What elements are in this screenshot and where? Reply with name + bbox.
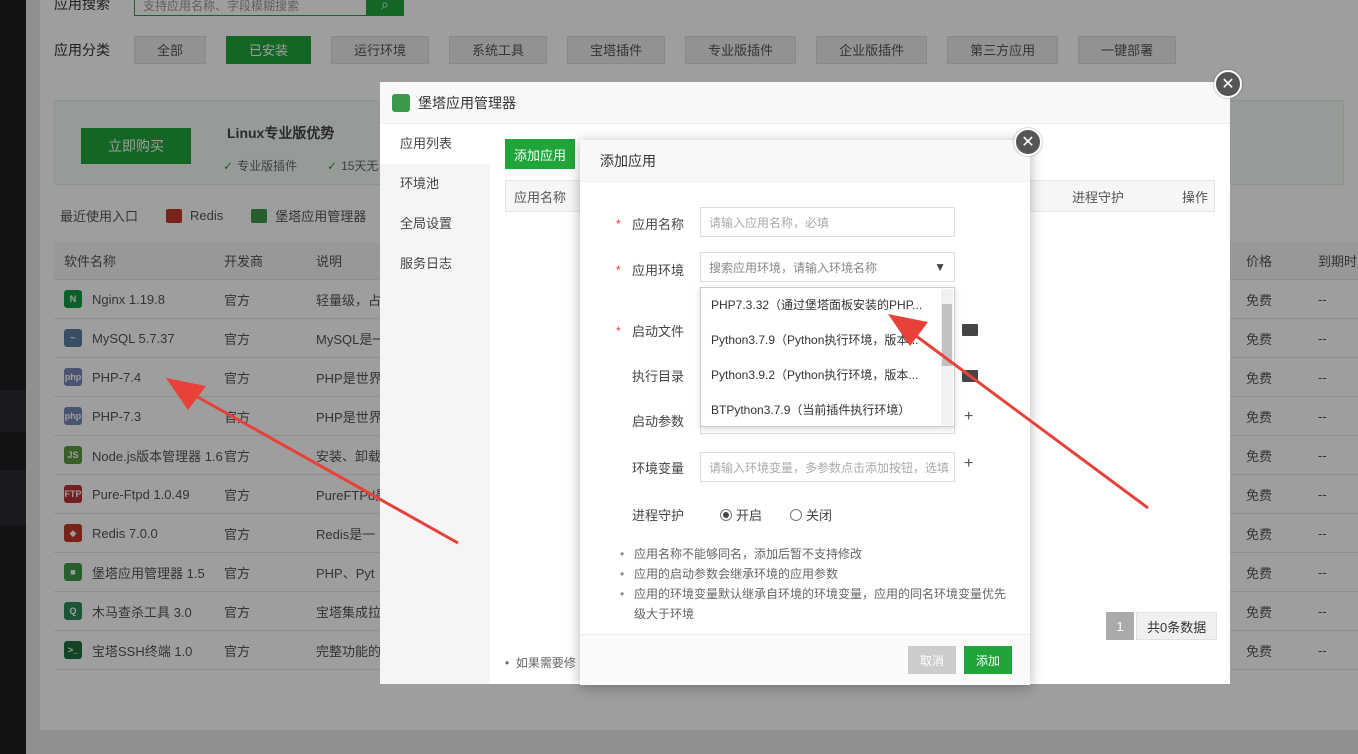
- annotation-arrow-left: [166, 378, 459, 545]
- annotation-arrow-right: [888, 314, 1149, 510]
- annotation-arrows: [166, 314, 1149, 545]
